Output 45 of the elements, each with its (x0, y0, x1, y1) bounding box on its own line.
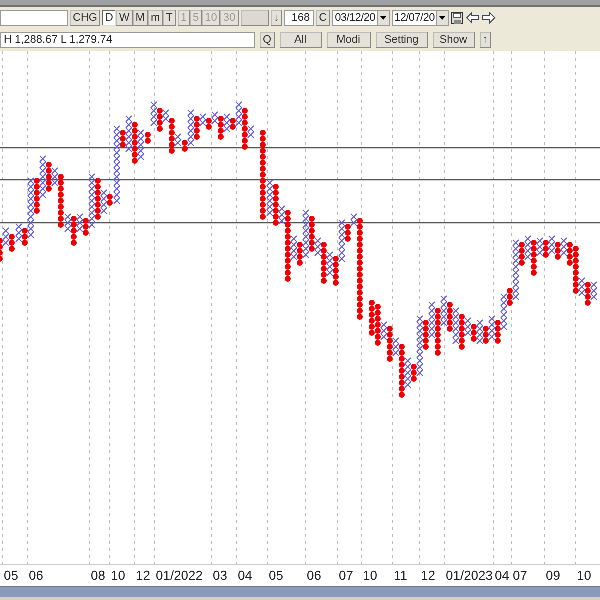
end-date-dropdown[interactable]: 12/07/20 (392, 10, 449, 26)
period-button[interactable]: M (132, 10, 148, 26)
x-axis-label: 04 (238, 568, 252, 583)
period-button[interactable]: D (102, 10, 116, 26)
x-axis-label: 01/2022 (156, 568, 203, 583)
x-axis-label: 11 (394, 568, 408, 583)
period-button[interactable]: W (116, 10, 133, 26)
x-axis-label: 09 (546, 568, 560, 583)
chg-button[interactable]: CHG (70, 10, 100, 26)
x-axis-label: 05 (4, 568, 18, 583)
blank-field[interactable] (240, 10, 269, 26)
start-date-dropdown[interactable]: 03/12/20 (332, 10, 390, 26)
arrow-right-icon[interactable] (482, 12, 496, 24)
x-axis-label: 01/2023 (446, 568, 493, 583)
down-button[interactable]: ↓ (270, 10, 282, 26)
x-axis-label: 12 (136, 568, 150, 583)
toolbar-button[interactable]: Show (432, 32, 475, 48)
period-button[interactable]: T (163, 10, 176, 26)
dropdown-icon[interactable] (376, 11, 388, 25)
x-axis-label: 10 (577, 568, 592, 583)
x-axis-label: 10 (363, 568, 378, 583)
x-axis-label: 10 (111, 568, 126, 583)
arrow-left-icon[interactable] (466, 12, 480, 24)
period-button[interactable]: m (148, 10, 164, 26)
x-axis-label: 12 (421, 568, 436, 583)
save-icon[interactable] (450, 12, 464, 24)
x-axis-label: 06 (307, 568, 322, 583)
x-axis-label: 07 (339, 568, 354, 583)
toolbar-button[interactable]: Modi (326, 32, 371, 48)
x-axis-label: 08 (91, 568, 106, 583)
x-axis-label: 06 (29, 568, 44, 583)
c-button[interactable]: C (316, 10, 330, 26)
x-axis-label: 03 (213, 568, 228, 583)
toolbar-button[interactable]: All (280, 32, 322, 48)
quote-field[interactable]: H 1,288.67 L 1,279.74 (0, 32, 255, 48)
scrollbar[interactable] (0, 586, 600, 597)
toolbar-button[interactable]: Q (260, 32, 275, 48)
x-axis-label: 04 (495, 568, 510, 583)
count-field[interactable]: 168 (284, 10, 314, 26)
x-axis-label: 05 (269, 568, 284, 583)
toolbar-button[interactable]: Setting (376, 32, 428, 48)
up-button[interactable]: ↑ (480, 32, 492, 48)
symbol-field[interactable] (0, 10, 68, 26)
x-axis-label: 07 (513, 568, 528, 583)
dropdown-icon[interactable] (436, 11, 448, 25)
